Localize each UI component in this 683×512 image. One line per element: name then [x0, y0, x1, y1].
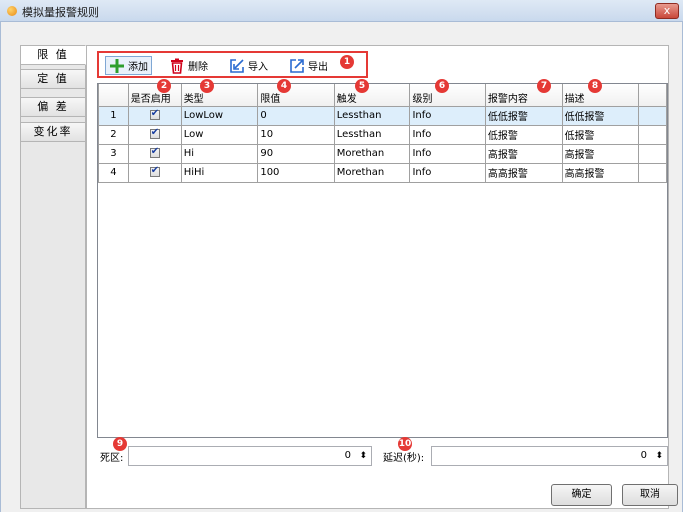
- trigger-cell[interactable]: Morethan: [333, 162, 411, 183]
- deadband-spinbox[interactable]: 0 ⬍: [128, 446, 372, 466]
- alarm-grid[interactable]: 是否启用 类型 限值 触发 级别 报警内容 描述 1 LowLow 0 Less…: [97, 83, 668, 438]
- deadband-value: 0: [344, 450, 351, 461]
- level-cell[interactable]: Info: [409, 105, 486, 126]
- annotation-badge: 6: [435, 79, 449, 93]
- filler-cell: [638, 105, 667, 126]
- delay-label: 延迟(秒):: [383, 453, 425, 464]
- row-number: 4: [98, 162, 129, 183]
- col-trigger-header[interactable]: 触发: [333, 84, 411, 107]
- desc-cell[interactable]: 低低报警: [561, 105, 640, 126]
- filler-cell: [638, 162, 667, 183]
- table-row[interactable]: 2 Low 10 Lessthan Info 低报警 低报警: [98, 124, 667, 145]
- level-cell[interactable]: Info: [409, 143, 486, 164]
- enabled-cell: [127, 143, 182, 164]
- add-button[interactable]: 添加: [105, 56, 152, 75]
- type-cell[interactable]: LowLow: [180, 105, 259, 126]
- type-cell[interactable]: Hi: [180, 143, 259, 164]
- import-icon: [230, 58, 244, 73]
- annotation-badge: 1: [340, 55, 354, 69]
- delay-spinbox[interactable]: 0 ⬍: [431, 446, 668, 466]
- deadband-label: 死区:: [100, 453, 124, 464]
- annotation-badge: 7: [537, 79, 551, 93]
- table-row[interactable]: 3 Hi 90 Morethan Info 高报警 高报警: [98, 143, 667, 164]
- limit-cell[interactable]: 100: [257, 162, 335, 183]
- plus-icon: [110, 58, 124, 73]
- col-limit-header[interactable]: 限值: [257, 84, 335, 107]
- spin-arrows-icon[interactable]: ⬍: [359, 447, 367, 465]
- annotation-badge: 8: [588, 79, 602, 93]
- app-icon: [7, 6, 17, 16]
- row-number: 2: [98, 124, 129, 145]
- alarm-table: 是否启用 类型 限值 触发 级别 报警内容 描述 1 LowLow 0 Less…: [98, 84, 667, 183]
- col-enabled-header[interactable]: 是否启用: [127, 84, 182, 107]
- close-button[interactable]: x: [655, 3, 679, 19]
- spin-arrows-icon[interactable]: ⬍: [655, 447, 663, 465]
- enabled-checkbox[interactable]: [149, 108, 160, 120]
- filler-cell: [638, 143, 667, 164]
- tab-fixed[interactable]: 定 值: [20, 69, 86, 89]
- import-button[interactable]: 导入: [226, 56, 271, 75]
- limit-cell[interactable]: 90: [257, 143, 335, 164]
- window-title: 模拟量报警规则: [22, 6, 99, 19]
- row-number: 1: [98, 105, 129, 126]
- tab-rate[interactable]: 变化率: [20, 122, 86, 142]
- export-button[interactable]: 导出: [286, 56, 331, 75]
- table-row[interactable]: 4 HiHi 100 Morethan Info 高高报警 高高报警: [98, 162, 667, 183]
- trigger-cell[interactable]: Lessthan: [333, 124, 411, 145]
- content-cell[interactable]: 高高报警: [484, 162, 563, 183]
- content-cell[interactable]: 低报警: [484, 124, 563, 145]
- enabled-checkbox[interactable]: [149, 127, 160, 139]
- delay-value: 0: [640, 450, 647, 461]
- limit-cell[interactable]: 0: [257, 105, 335, 126]
- tab-limit[interactable]: 限 值: [20, 45, 86, 65]
- level-cell[interactable]: Info: [409, 162, 486, 183]
- filler-cell: [638, 124, 667, 145]
- enabled-cell: [127, 162, 182, 183]
- title-bar: 模拟量报警规则 x: [0, 0, 683, 22]
- table-row[interactable]: 1 LowLow 0 Lessthan Info 低低报警 低低报警: [98, 105, 667, 126]
- type-cell[interactable]: HiHi: [180, 162, 259, 183]
- filler-header: [638, 84, 667, 107]
- enabled-cell: [127, 105, 182, 126]
- annotation-badge: 3: [200, 79, 214, 93]
- delete-label: 删除: [188, 62, 208, 73]
- tab-deviation[interactable]: 偏 差: [20, 97, 86, 117]
- annotation-badge: 5: [355, 79, 369, 93]
- enabled-cell: [127, 124, 182, 145]
- import-label: 导入: [248, 62, 268, 73]
- delete-button[interactable]: 删除: [166, 56, 211, 75]
- add-label: 添加: [128, 62, 148, 73]
- trigger-cell[interactable]: Lessthan: [333, 105, 411, 126]
- col-type-header[interactable]: 类型: [180, 84, 259, 107]
- cancel-button[interactable]: 取消: [622, 484, 678, 506]
- annotation-badge: 2: [157, 79, 171, 93]
- export-icon: [290, 58, 304, 73]
- export-label: 导出: [308, 62, 328, 73]
- desc-cell[interactable]: 低报警: [561, 124, 640, 145]
- corner-header: [98, 84, 129, 107]
- row-number: 3: [98, 143, 129, 164]
- ok-button[interactable]: 确定: [551, 484, 612, 506]
- content-cell[interactable]: 高报警: [484, 143, 563, 164]
- limit-cell[interactable]: 10: [257, 124, 335, 145]
- desc-cell[interactable]: 高报警: [561, 143, 640, 164]
- content-cell[interactable]: 低低报警: [484, 105, 563, 126]
- enabled-checkbox[interactable]: [149, 146, 160, 158]
- type-cell[interactable]: Low: [180, 124, 259, 145]
- toolbar: 添加 删除 导入 导出: [97, 51, 368, 78]
- desc-cell[interactable]: 高高报警: [561, 162, 640, 183]
- annotation-badge: 4: [277, 79, 291, 93]
- level-cell[interactable]: Info: [409, 124, 486, 145]
- enabled-checkbox[interactable]: [149, 165, 160, 177]
- trigger-cell[interactable]: Morethan: [333, 143, 411, 164]
- trash-icon: [171, 58, 183, 74]
